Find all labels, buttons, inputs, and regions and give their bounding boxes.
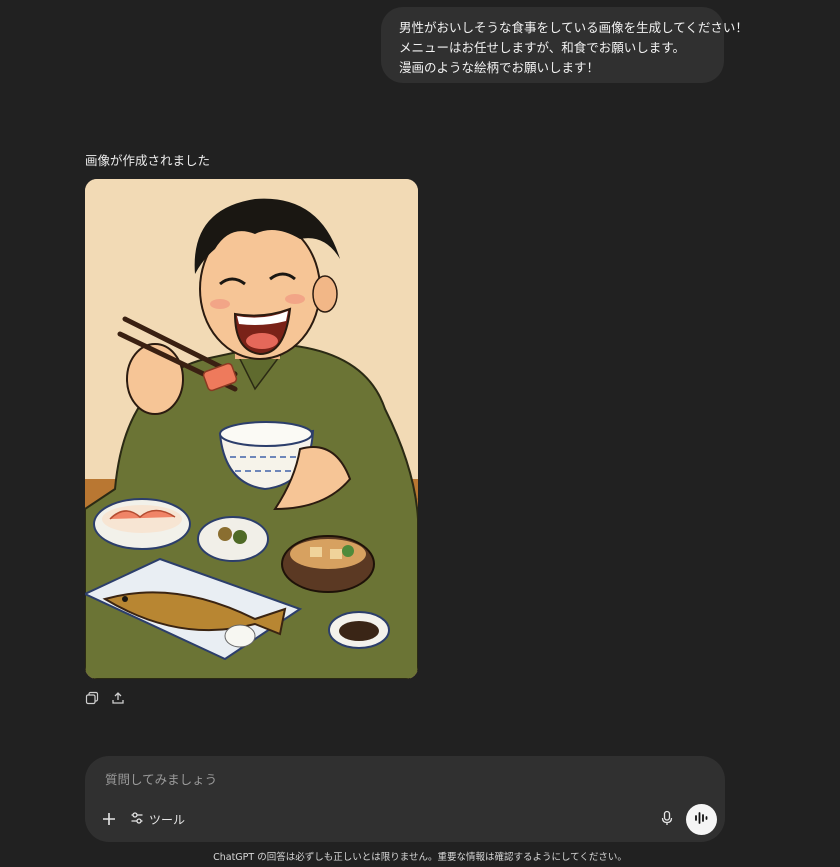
user-message-line: メニューはお任せしますが、和食でお願いします。 bbox=[399, 40, 686, 55]
user-message-line: 男性がおいしそうな食事をしている画像を生成してください！ bbox=[399, 20, 748, 35]
user-message-line: 漫画のような絵柄でお願いします！ bbox=[399, 60, 600, 75]
tools-label: ツール bbox=[149, 812, 186, 827]
prompt-input[interactable] bbox=[103, 771, 707, 788]
share-icon[interactable] bbox=[111, 690, 125, 704]
generated-image[interactable] bbox=[85, 179, 418, 679]
message-composer: ツール bbox=[85, 756, 725, 842]
user-message-bubble: 男性がおいしそうな食事をしている画像を生成してください！ メニューはお任せします… bbox=[381, 7, 748, 83]
waveform-icon bbox=[694, 810, 710, 829]
disclaimer-footer: ChatGPT の回答は必ずしも正しいとは限りません。重要な情報は確認するように… bbox=[213, 852, 627, 863]
image-action-bar bbox=[85, 690, 125, 705]
microphone-icon[interactable] bbox=[659, 810, 675, 826]
voice-mode-button[interactable] bbox=[686, 804, 717, 835]
plus-icon[interactable] bbox=[99, 809, 119, 829]
sliders-icon bbox=[130, 811, 144, 828]
image-created-status: 画像が作成されました bbox=[85, 153, 211, 168]
copy-icon[interactable] bbox=[85, 690, 99, 705]
tools-button[interactable]: ツール bbox=[130, 808, 185, 830]
